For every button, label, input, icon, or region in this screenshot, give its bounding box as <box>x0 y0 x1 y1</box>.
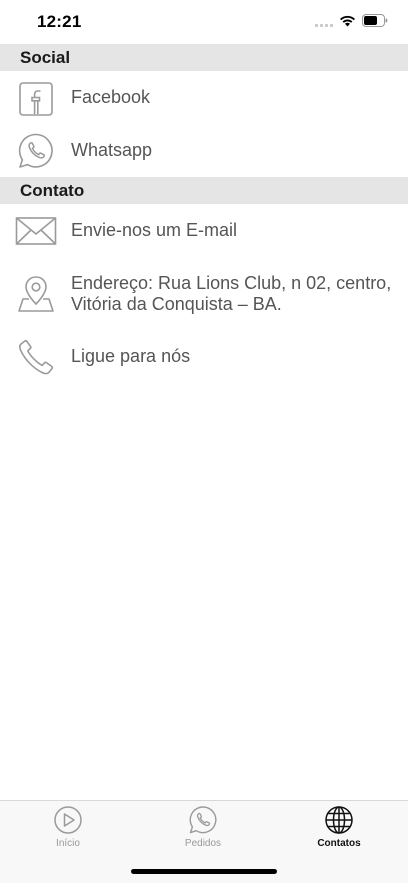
mail-icon <box>15 210 57 252</box>
section-header-contato: Contato <box>0 177 408 204</box>
contact-item-label: Whatsapp <box>71 140 153 160</box>
contact-item-label: Ligue para nós <box>71 346 191 366</box>
contact-item-facebook[interactable]: Facebook <box>0 76 408 122</box>
contact-item-phone[interactable]: Ligue para nós <box>0 336 408 380</box>
cellular-signal-icon <box>315 15 333 27</box>
tab-label: Início <box>56 838 80 849</box>
section-title-social: Social <box>20 48 71 67</box>
tab-pedidos[interactable]: Pedidos <box>153 805 253 855</box>
globe-icon <box>325 806 353 834</box>
contact-item-label: Endereço: Rua Lions Club, n 02, centro, … <box>71 273 392 314</box>
tab-inicio[interactable]: Início <box>18 805 118 855</box>
section-title-contato: Contato <box>20 181 85 200</box>
contact-item-email[interactable]: Envie-nos um E-mail <box>0 210 408 254</box>
contact-item-label: Envie-nos um E-mail <box>71 220 238 240</box>
section-header-social: Social <box>0 44 408 71</box>
contact-item-address[interactable]: Endereço: Rua Lions Club, n 02, centro, … <box>0 270 408 322</box>
whatsapp-icon <box>189 806 217 834</box>
tab-contatos[interactable]: Contatos <box>289 805 389 855</box>
contact-item-whatsapp[interactable]: Whatsapp <box>0 128 408 174</box>
facebook-icon <box>15 78 57 120</box>
phone-icon <box>15 336 57 378</box>
location-pin-icon <box>15 273 57 315</box>
tab-label: Pedidos <box>184 838 222 849</box>
battery-icon <box>362 14 388 27</box>
tab-label: Contatos <box>317 838 361 849</box>
play-circle-icon <box>54 806 82 834</box>
status-icons <box>315 14 388 27</box>
home-indicator <box>131 869 277 874</box>
contact-item-label: Facebook <box>71 87 151 107</box>
status-bar: 12:21 <box>0 0 408 44</box>
status-time: 12:21 <box>37 12 82 31</box>
whatsapp-icon <box>15 130 57 172</box>
wifi-icon <box>340 15 355 26</box>
